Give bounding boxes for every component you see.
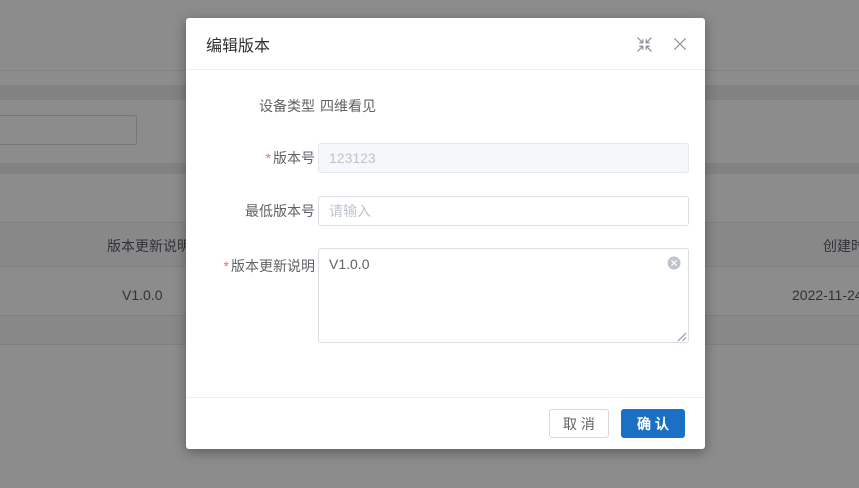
update-note-label-text: 版本更新说明 <box>231 258 315 274</box>
update-note-field: V1.0.0 <box>318 248 689 343</box>
device-type-label: 设备类型 <box>186 97 315 115</box>
form-row-update-note: *版本更新说明 V1.0.0 <box>186 248 689 343</box>
edit-version-dialog: 编辑版本 设备类型 四维看见 *版本号 <box>186 18 705 449</box>
version-label: *版本号 <box>186 148 315 168</box>
confirm-button[interactable]: 确 认 <box>621 409 685 438</box>
device-type-value: 四维看见 <box>320 97 376 115</box>
dialog-footer: 取 消 确 认 <box>186 397 705 449</box>
form-row-version: *版本号 <box>186 143 689 173</box>
min-version-input[interactable] <box>318 196 689 226</box>
dialog-body: 设备类型 四维看见 *版本号 最低版本号 *版本更新说明 V1.0.0 <box>186 70 705 343</box>
textarea-resize-handle[interactable] <box>676 329 687 340</box>
version-input <box>318 143 689 173</box>
required-mark: * <box>224 258 229 274</box>
version-label-text: 版本号 <box>273 150 315 166</box>
required-mark: * <box>266 150 271 166</box>
update-note-textarea[interactable]: V1.0.0 <box>318 248 689 343</box>
dialog-header: 编辑版本 <box>186 18 705 70</box>
min-version-label: 最低版本号 <box>186 201 315 221</box>
form-row-min-version: 最低版本号 <box>186 196 689 226</box>
cancel-button[interactable]: 取 消 <box>549 409 609 438</box>
close-icon[interactable] <box>671 35 689 53</box>
dialog-header-actions <box>635 18 689 70</box>
clear-icon[interactable] <box>667 256 681 270</box>
update-note-label: *版本更新说明 <box>186 248 315 276</box>
fullscreen-icon[interactable] <box>635 35 653 53</box>
dialog-title: 编辑版本 <box>206 32 270 56</box>
form-row-device-type: 设备类型 四维看见 <box>186 97 689 115</box>
